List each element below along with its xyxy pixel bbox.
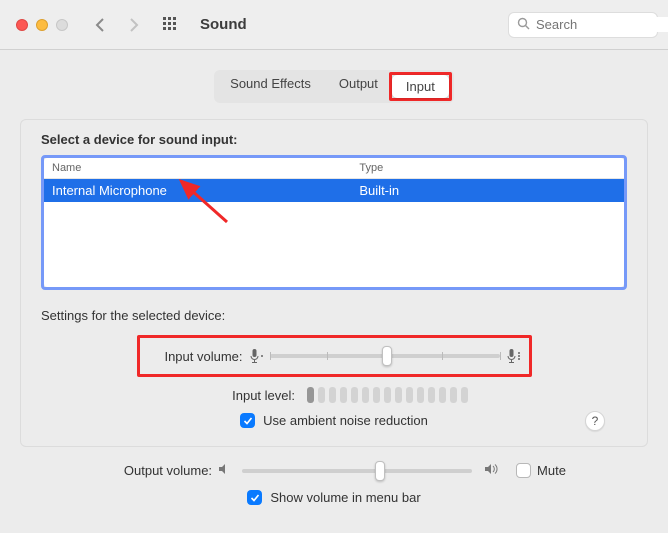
zoom-window-button [56,19,68,31]
help-button[interactable]: ? [585,411,605,431]
show-volume-menu-checkbox[interactable] [247,490,262,505]
select-device-label: Select a device for sound input: [41,132,627,147]
forward-button[interactable] [120,13,148,37]
input-volume-slider[interactable] [270,354,500,358]
device-type: Built-in [351,179,624,203]
output-volume-row: Output volume: Mute [40,463,628,478]
show-volume-menu-label: Show volume in menu bar [270,490,420,505]
show-all-icon[interactable] [158,13,184,37]
back-button[interactable] [86,13,114,37]
speaker-low-icon [218,463,230,478]
output-volume-label: Output volume: [102,463,212,478]
tabs: Sound Effects Output Input [214,70,454,103]
search-field[interactable] [508,12,658,38]
annotation-highlight-tab: Input [389,72,452,101]
noise-reduction-row: Use ambient noise reduction ? [41,413,627,428]
col-name: Name [44,158,351,179]
input-level-label: Input level: [200,388,295,403]
search-input[interactable] [536,17,668,32]
minimize-window-button[interactable] [36,19,48,31]
input-volume-label: Input volume: [148,349,243,364]
settings-for-device-label: Settings for the selected device: [41,308,627,323]
window-controls [10,19,68,31]
table-row[interactable]: Internal Microphone Built-in [44,179,624,203]
input-level-row: Input level: [41,387,627,403]
table-empty-space [44,202,624,287]
device-name: Internal Microphone [44,179,351,203]
close-window-button[interactable] [16,19,28,31]
output-volume-slider[interactable] [242,469,472,473]
mute-label: Mute [537,463,566,478]
input-panel: Select a device for sound input: Name Ty… [20,119,648,447]
noise-reduction-checkbox[interactable] [240,413,255,428]
tab-sound-effects[interactable]: Sound Effects [216,72,325,101]
input-level-meter [307,387,468,403]
mute-checkbox[interactable] [516,463,531,478]
tab-output[interactable]: Output [325,72,392,101]
mic-low-icon [249,348,264,364]
tab-input[interactable]: Input [392,75,449,98]
tabs-row: Sound Effects Output Input [0,70,668,103]
speaker-high-icon [484,463,500,478]
mute-control: Mute [516,463,566,478]
show-volume-menu-row: Show volume in menu bar [40,490,628,505]
page-title: Sound [200,16,247,33]
noise-reduction-label: Use ambient noise reduction [263,413,428,428]
mic-high-icon [506,348,521,364]
annotation-highlight-input-volume: Input volume: [137,335,532,377]
toolbar: Sound [0,0,668,50]
search-icon [517,17,530,33]
bottom-area: Output volume: Mute Show volume in menu … [40,463,628,505]
device-table[interactable]: Name Type Internal Microphone Built-in [44,158,624,287]
input-volume-row: Input volume: [41,335,627,377]
col-type: Type [351,158,624,179]
device-table-container: Name Type Internal Microphone Built-in [41,155,627,290]
